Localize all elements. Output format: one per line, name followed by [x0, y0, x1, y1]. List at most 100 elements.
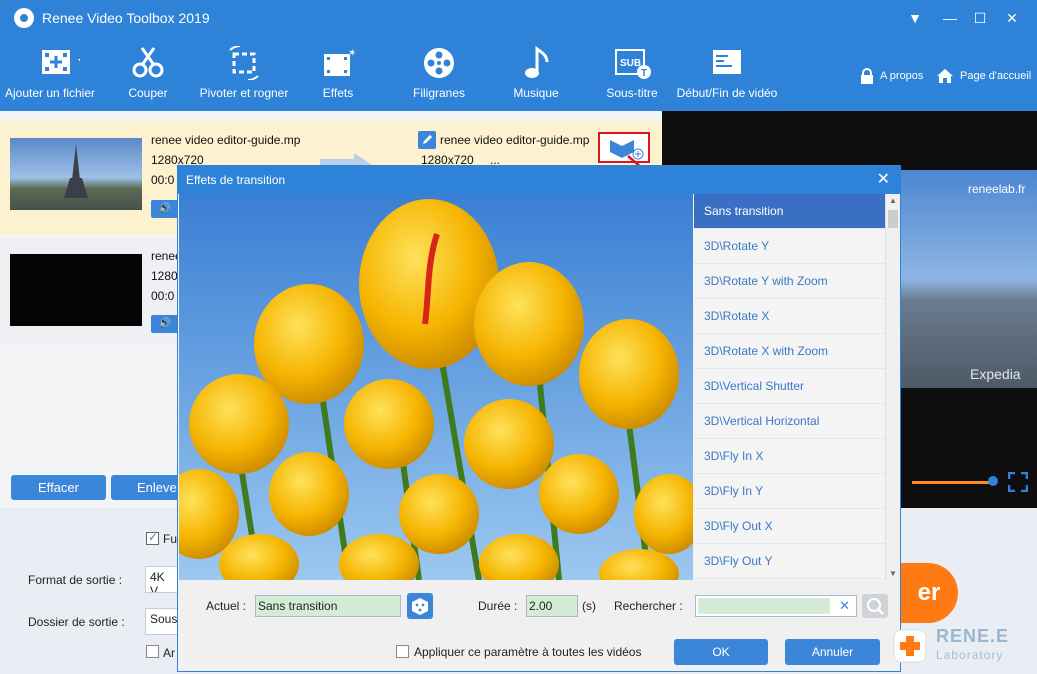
transition-item[interactable]: 3D\Rotate Y: [694, 229, 885, 264]
start-end-label: Début/Fin de vidéo: [676, 86, 778, 100]
svg-text:SUB: SUB: [620, 58, 641, 69]
home-label: Page d'accueil: [960, 70, 1032, 82]
video-duration: 00:0: [151, 289, 175, 303]
random-transition-button[interactable]: [407, 593, 433, 619]
cancel-button[interactable]: Annuler: [785, 639, 880, 665]
volume-slider-handle[interactable]: [988, 476, 998, 486]
current-label: Actuel :: [206, 599, 247, 613]
film-effects-icon: ✶: [324, 48, 356, 76]
volume-icon[interactable]: 🔊: [151, 200, 179, 218]
start-label: er: [917, 579, 941, 606]
close-button[interactable]: ✕: [1002, 8, 1022, 28]
add-file-button[interactable]: Ajouter un fichier: [0, 46, 100, 106]
crop-rotate-icon: [229, 46, 259, 80]
maximize-button[interactable]: ☐: [970, 8, 990, 28]
home-icon: [937, 69, 953, 83]
search-input[interactable]: ✕: [695, 595, 857, 617]
toolbar: Ajouter un fichier Couper Pivoter et rog…: [0, 36, 1037, 111]
transition-item[interactable]: 3D\Fly Out Y: [694, 544, 885, 579]
merge-label: Fu: [163, 532, 178, 546]
music-button[interactable]: Musique: [508, 46, 564, 106]
search-button[interactable]: [862, 594, 888, 618]
scrollbar-thumb[interactable]: [888, 210, 898, 228]
tulips-image: [179, 194, 693, 580]
video-duration: 00:0: [151, 173, 175, 187]
scroll-down-icon[interactable]: ▼: [889, 569, 897, 578]
svg-text:T: T: [641, 68, 647, 79]
dialog-title-text: Effets de transition: [186, 173, 286, 187]
brand-sub: Laboratory: [936, 648, 1004, 662]
dice-icon: [412, 598, 428, 615]
brand-name: RENE.E: [936, 626, 1010, 646]
merge-checkbox[interactable]: ✓: [146, 530, 159, 545]
transition-item[interactable]: 3D\Fly In Y: [694, 474, 885, 509]
svg-text:✶: ✶: [348, 48, 356, 59]
clear-button[interactable]: Effacer: [11, 475, 106, 500]
app-title: Renee Video Toolbox 2019: [42, 10, 210, 26]
transition-item[interactable]: 3D\Rotate X with Zoom: [694, 334, 885, 369]
about-link[interactable]: A propos: [860, 68, 923, 84]
transition-item[interactable]: 3D\Rotate Y with Zoom: [694, 264, 885, 299]
rotate-crop-button[interactable]: Pivoter et rogner: [192, 46, 296, 106]
dialog-title: Effets de transition: [178, 166, 900, 194]
subtitle-button[interactable]: SUB T Sous-titre: [600, 46, 664, 106]
video-thumbnail[interactable]: [10, 254, 142, 326]
search-label: Rechercher :: [614, 599, 683, 613]
subtitle-icon: SUBT: [615, 49, 651, 79]
rotate-crop-label: Pivoter et rogner: [199, 86, 289, 100]
volume-icon[interactable]: 🔊: [151, 315, 179, 333]
format-select[interactable]: 4K V: [145, 566, 179, 593]
brand-logo: RENE.E Laboratory: [880, 624, 1030, 670]
shutdown-checkbox[interactable]: [146, 645, 159, 658]
transition-item[interactable]: 3D\Fly In X: [694, 439, 885, 474]
home-link[interactable]: Page d'accueil: [936, 68, 1031, 84]
transition-list: Sans transition 3D\Rotate Y 3D\Rotate Y wi…: [694, 194, 885, 580]
output-name: renee video editor-guide.mp: [440, 133, 590, 147]
minimize-button[interactable]: —: [940, 8, 960, 28]
video-thumbnail[interactable]: [10, 138, 142, 210]
transition-list-scrollbar[interactable]: ▲ ▼: [885, 194, 900, 580]
watermarks-button[interactable]: Filigranes: [406, 46, 472, 106]
cut-button[interactable]: Couper: [118, 46, 178, 106]
apply-all-checkbox[interactable]: [396, 645, 409, 658]
app-logo-icon: [14, 8, 34, 28]
fullscreen-icon[interactable]: [1008, 472, 1028, 492]
subtitle-label: Sous-titre: [606, 86, 658, 100]
ok-button[interactable]: OK: [674, 639, 768, 665]
remove-button[interactable]: Enlever: [111, 475, 181, 500]
add-file-label: Ajouter un fichier: [4, 86, 96, 100]
video-start-end-icon: [713, 50, 741, 74]
edit-name-icon[interactable]: [418, 131, 436, 149]
search-input-fill: [698, 598, 830, 614]
medical-cross-icon: [893, 629, 927, 663]
film-add-icon: [42, 50, 80, 74]
transition-item[interactable]: 3D\Fly Out X: [694, 509, 885, 544]
cut-label: Couper: [128, 86, 168, 100]
scissors-icon: [132, 47, 164, 78]
menu-dropdown-icon[interactable]: ▼: [905, 8, 925, 28]
film-reel-icon: [424, 48, 454, 78]
folder-label: Dossier de sortie :: [28, 615, 125, 629]
preview-logo: Expedia: [970, 366, 1021, 382]
transition-preview-image: [179, 194, 693, 580]
folder-field[interactable]: Sous: [145, 608, 179, 635]
watermarks-label: Filigranes: [412, 86, 466, 100]
clear-search-icon[interactable]: ✕: [839, 598, 850, 614]
start-end-button[interactable]: Début/Fin de vidéo: [676, 46, 778, 106]
shutdown-label: Ar: [163, 646, 175, 660]
effects-button[interactable]: ✶ Effets: [314, 46, 362, 106]
transition-item[interactable]: 3D\Vertical Shutter: [694, 369, 885, 404]
duration-input[interactable]: 2.00: [526, 595, 578, 617]
preview-image: reneelab.fr Expedia: [900, 170, 1037, 388]
transition-item[interactable]: 3D\Rotate X: [694, 299, 885, 334]
transition-item[interactable]: Sans transition: [694, 194, 885, 229]
duration-label: Durée :: [478, 599, 518, 613]
music-label: Musique: [513, 86, 559, 100]
transition-item[interactable]: 3D\Vertical Horizontal: [694, 404, 885, 439]
volume-slider[interactable]: [912, 481, 994, 484]
current-transition-field: Sans transition: [255, 595, 401, 617]
dialog-close-icon[interactable]: ✕: [877, 170, 890, 190]
scroll-up-icon[interactable]: ▲: [889, 196, 897, 205]
search-icon: [867, 598, 884, 615]
transition-dialog: Effets de transition ✕ Sans transition 3…: [177, 165, 901, 672]
